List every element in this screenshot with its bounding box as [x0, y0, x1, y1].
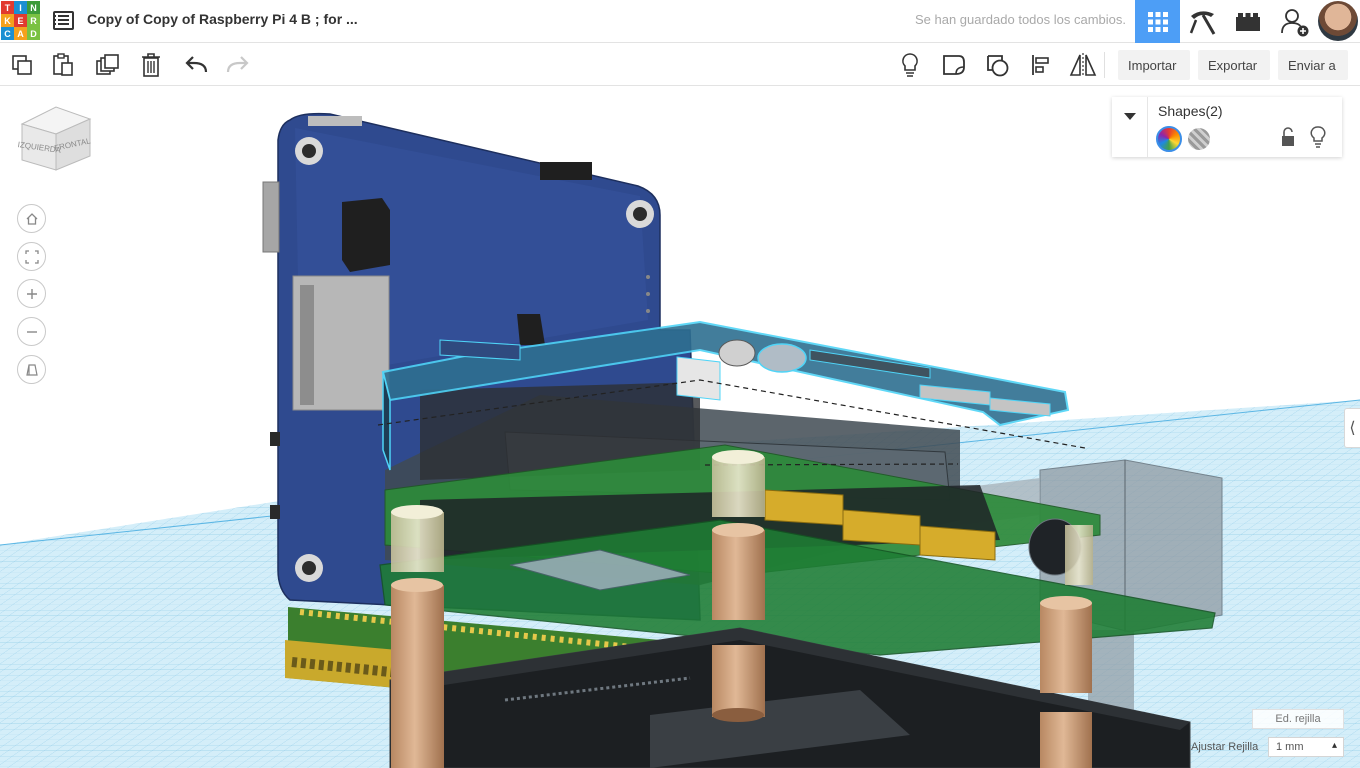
logo-letter: C [1, 27, 14, 40]
zoom-out-icon [26, 330, 37, 333]
add-user-icon [1280, 8, 1308, 36]
fit-view-button[interactable] [17, 242, 46, 271]
avatar[interactable] [1318, 1, 1358, 41]
duplicate-button[interactable] [93, 51, 123, 79]
copy-button[interactable] [7, 51, 37, 79]
snap-grid-select[interactable]: 1 mm [1268, 737, 1344, 757]
shape-library-toggle[interactable]: ⟨ [1344, 408, 1360, 448]
paste-icon [53, 53, 73, 76]
group-button[interactable] [983, 51, 1013, 79]
collapse-panel-button[interactable] [1112, 97, 1148, 157]
logo-letter: A [14, 27, 27, 40]
undo-icon [185, 56, 208, 73]
add-user-button[interactable] [1272, 0, 1317, 43]
workplane-viewport[interactable] [0, 87, 1360, 768]
duplicate-icon [96, 54, 119, 75]
chevron-down-icon [1123, 113, 1136, 120]
design-title[interactable]: Copy of Copy of Raspberry Pi 4 B ; for .… [87, 11, 358, 27]
home-icon [26, 212, 37, 225]
shape-group-icon [987, 55, 1009, 77]
logo-letter: D [27, 27, 40, 40]
import-button[interactable]: Importar [1118, 50, 1190, 80]
delete-button[interactable] [136, 51, 166, 79]
perspective-button[interactable] [17, 355, 46, 384]
note-icon [943, 55, 965, 75]
send-to-button[interactable]: Enviar a [1278, 50, 1348, 80]
pickaxe-icon [1189, 10, 1215, 35]
paste-button[interactable] [48, 51, 78, 79]
logo-letter: T [1, 1, 14, 14]
editor-toolbar: Importar Exportar Enviar a [0, 44, 1360, 86]
logo-letter: N [27, 1, 40, 14]
delete-icon [142, 53, 160, 77]
copy-icon [12, 55, 32, 75]
mirror-icon [1069, 53, 1097, 77]
align-icon [1032, 55, 1049, 75]
note-button[interactable] [939, 51, 969, 79]
save-status: Se han guardado todos los cambios. [914, 12, 1126, 27]
hole-swatch[interactable] [1188, 128, 1210, 150]
lock-icon[interactable] [1280, 127, 1296, 147]
light-bulb-button[interactable] [895, 51, 925, 79]
grid-view-button[interactable] [1135, 0, 1180, 43]
logo-letter: R [27, 14, 40, 27]
grid-view-icon [1147, 11, 1168, 32]
shape-inspector-panel: Shapes(2) [1112, 97, 1342, 157]
home-view-button[interactable] [17, 204, 46, 233]
view-cube[interactable]: IZQUIERDA FRONTAL [18, 104, 94, 174]
export-button[interactable]: Exportar [1198, 50, 1270, 80]
pickaxe-button[interactable] [1180, 0, 1225, 43]
mirror-button[interactable] [1068, 51, 1098, 79]
zoom-in-icon [26, 288, 37, 299]
light-bulb-icon[interactable] [1310, 126, 1326, 148]
fit-view-icon [24, 249, 39, 264]
top-bar: T I N K E R C A D Copy of Copy of Raspbe… [0, 0, 1360, 43]
undo-button[interactable] [181, 51, 211, 79]
solid-color-swatch[interactable] [1156, 126, 1182, 152]
zoom-in-button[interactable] [17, 279, 46, 308]
redo-icon [226, 56, 249, 73]
tinkercad-logo[interactable]: T I N K E R C A D [1, 1, 40, 41]
toolbar-divider [1104, 52, 1105, 78]
shapes-title: Shapes(2) [1158, 103, 1223, 119]
redo-button[interactable] [223, 51, 253, 79]
design-list-icon[interactable] [53, 11, 74, 30]
bricks-icon [1235, 12, 1260, 31]
light-bulb-icon [902, 53, 918, 77]
snap-grid-label: Ajustar Rejilla [1191, 741, 1259, 753]
perspective-icon [25, 363, 38, 376]
edit-grid-button[interactable]: Ed. rejilla [1252, 709, 1344, 729]
logo-letter: E [14, 14, 27, 27]
logo-letter: K [1, 14, 14, 27]
align-button[interactable] [1026, 51, 1056, 79]
bricks-button[interactable] [1225, 0, 1270, 43]
logo-letter: I [14, 1, 27, 14]
chevron-left-icon: ⟨ [1349, 420, 1356, 437]
tinkercad-editor: T I N K E R C A D Copy of Copy of Raspbe… [0, 0, 1360, 768]
zoom-out-button[interactable] [17, 317, 46, 346]
